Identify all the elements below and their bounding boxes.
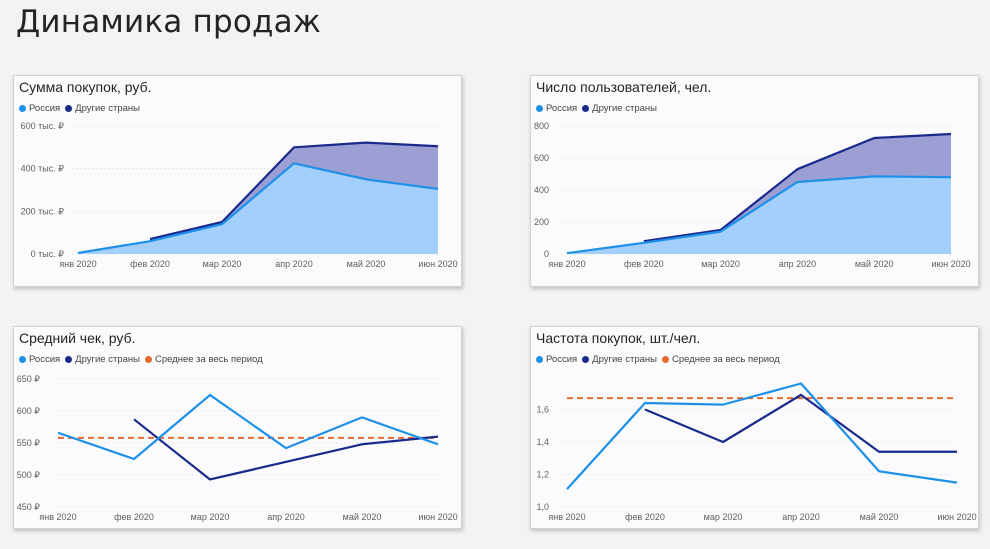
x-tick-label: фев 2020: [114, 512, 154, 522]
purchase-frequency-chart[interactable]: 1,0 1,2 1,4 1,6 янв 2020 фев 2020 мар 2020 апр …: [531, 327, 978, 528]
x-tick-label: мар 2020: [701, 259, 740, 269]
russia-line: [57, 393, 439, 461]
page-title: Динамика продаж: [16, 4, 322, 40]
y-tick-label: 450 ₽: [17, 502, 41, 512]
y-tick-label: 400: [534, 185, 549, 195]
y-tick-label: 650 ₽: [17, 374, 41, 384]
x-tick-label: мар 2020: [191, 512, 230, 522]
users-count-card[interactable]: Число пользователей, чел. Россия Другие с…: [530, 75, 979, 287]
x-tick-label: май 2020: [343, 512, 382, 522]
x-tick-label: июн 2020: [418, 259, 457, 269]
sales-sum-card[interactable]: Сумма покупок, руб. Россия Другие страны …: [13, 75, 462, 287]
x-tick-label: янв 2020: [548, 512, 585, 522]
y-tick-label: 1,4: [536, 437, 549, 447]
x-tick-label: мар 2020: [203, 259, 242, 269]
avg-check-card[interactable]: Средний чек, руб. Россия Другие страны Сре…: [13, 326, 462, 529]
y-tick-label: 500 ₽: [17, 470, 41, 480]
x-tick-label: апр 2020: [782, 512, 819, 522]
x-tick-label: мар 2020: [704, 512, 743, 522]
x-tick-label: апр 2020: [275, 259, 312, 269]
sales-sum-chart[interactable]: 0 тыс. ₽ 200 тыс. ₽ 400 тыс. ₽ 600 тыс. ₽ ян…: [14, 76, 461, 286]
y-tick-label: 0: [544, 249, 549, 259]
x-tick-label: июн 2020: [931, 259, 970, 269]
x-tick-label: май 2020: [860, 512, 899, 522]
y-tick-label: 800: [534, 121, 549, 131]
y-tick-label: 400 тыс. ₽: [21, 164, 65, 174]
x-tick-label: апр 2020: [267, 512, 304, 522]
purchase-frequency-card[interactable]: Частота покупок, шт./чел. Россия Другие с…: [530, 326, 979, 529]
x-tick-label: май 2020: [855, 259, 894, 269]
y-tick-label: 600: [534, 153, 549, 163]
x-tick-label: фев 2020: [624, 259, 664, 269]
x-tick-label: май 2020: [347, 259, 386, 269]
y-tick-label: 1,0: [536, 502, 549, 512]
y-tick-label: 600 тыс. ₽: [21, 121, 65, 131]
y-tick-label: 200 тыс. ₽: [21, 206, 65, 216]
y-tick-label: 1,6: [536, 405, 549, 415]
y-tick-label: 0 тыс. ₽: [31, 249, 65, 259]
x-tick-label: янв 2020: [548, 259, 585, 269]
russia-area: [567, 176, 951, 254]
y-tick-label: 1,2: [536, 470, 549, 480]
x-tick-label: фев 2020: [625, 512, 665, 522]
y-tick-label: 600 ₽: [17, 406, 41, 416]
y-tick-label: 550 ₽: [17, 438, 41, 448]
x-tick-label: фев 2020: [130, 259, 170, 269]
x-tick-label: янв 2020: [39, 512, 76, 522]
users-count-chart[interactable]: 0 200 400 600 800 янв 2020 фев 2020 мар 2020 апр…: [531, 76, 978, 286]
avg-check-chart[interactable]: 450 ₽ 500 ₽ 550 ₽ 600 ₽ 650 ₽ янв 2020 фев 202…: [14, 327, 461, 528]
x-tick-label: июн 2020: [418, 512, 457, 522]
x-tick-label: июн 2020: [937, 512, 976, 522]
x-tick-label: янв 2020: [59, 259, 96, 269]
x-tick-label: апр 2020: [779, 259, 816, 269]
russia-line: [566, 382, 958, 490]
y-tick-label: 200: [534, 217, 549, 227]
